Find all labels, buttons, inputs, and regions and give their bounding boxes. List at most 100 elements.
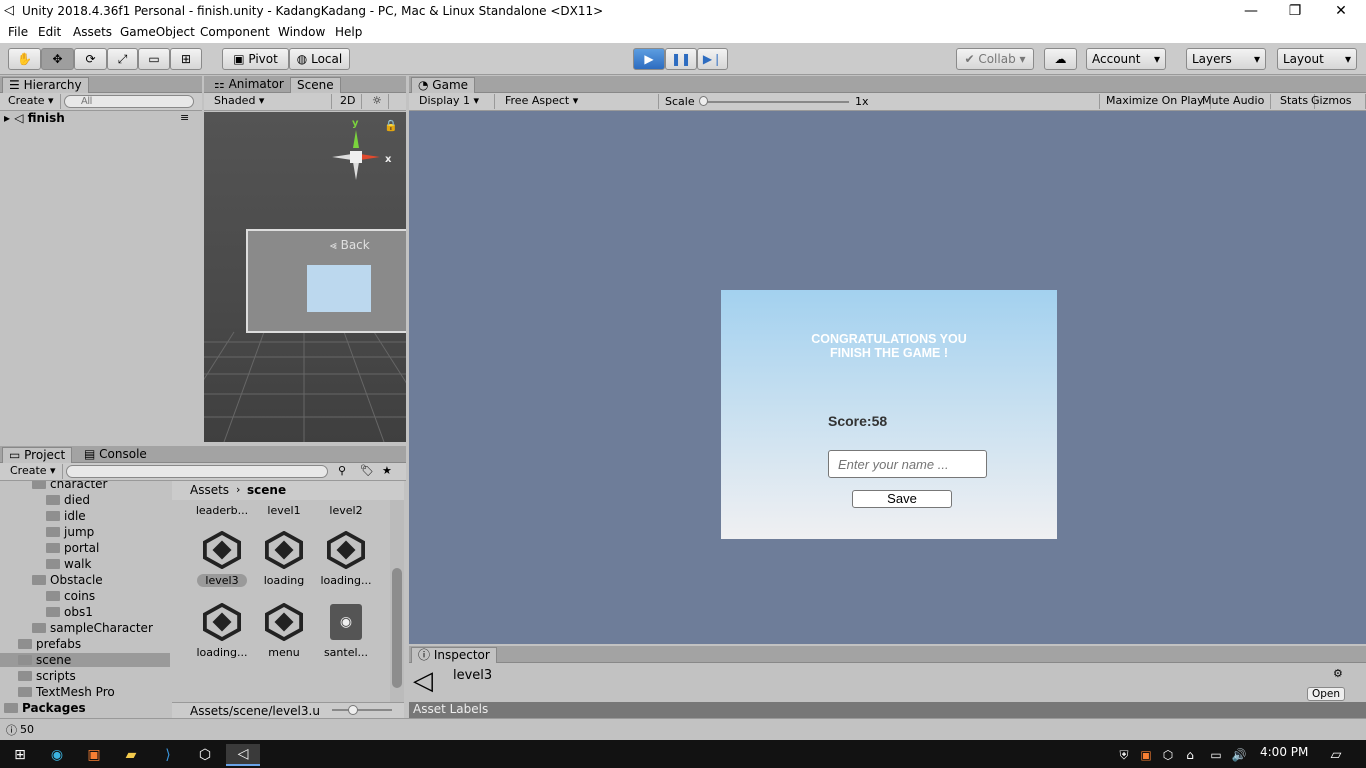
file-explorer-icon[interactable]: ▰	[117, 744, 145, 766]
asset-item[interactable]: loading...	[318, 530, 374, 587]
step-button[interactable]: ▶❘	[697, 48, 728, 70]
local-toggle[interactable]: ◍ Local	[289, 48, 350, 70]
menu-help[interactable]: Help	[335, 25, 362, 39]
pause-button[interactable]: ❚❚	[665, 48, 697, 70]
asset-item[interactable]: ◉ santel...	[318, 602, 374, 659]
tree-item[interactable]: coins	[46, 589, 95, 603]
tab-animator[interactable]: ⚏ Animator	[208, 77, 290, 93]
display-dropdown[interactable]: Display 1 ▾	[413, 94, 495, 109]
edge-browser-icon[interactable]: ◉	[43, 744, 71, 766]
lighting-icon[interactable]: ☼	[366, 94, 389, 109]
asset-item[interactable]: level3	[194, 530, 250, 587]
scale-slider-thumb[interactable]	[699, 96, 708, 106]
project-search-input[interactable]	[66, 465, 328, 478]
minimize-button[interactable]: —	[1228, 0, 1274, 23]
maximize-on-play-toggle[interactable]: Maximize On Play	[1099, 94, 1211, 109]
unity-hub-icon[interactable]: ⬡	[191, 744, 219, 766]
scene-viewport[interactable]: ⪡ Back y x 🔒	[204, 112, 406, 442]
collab-dropdown[interactable]: ✔ Collab ▾	[956, 48, 1034, 70]
asset-item[interactable]: leaderb...	[194, 504, 250, 517]
asset-item[interactable]: level1	[256, 504, 312, 517]
save-button[interactable]: Save	[852, 490, 952, 508]
project-create-dropdown[interactable]: Create ▾	[4, 464, 63, 479]
tray-volume-icon[interactable]: 🔊	[1225, 744, 1253, 766]
scene-root-item[interactable]: ▸ ◁ finish	[4, 111, 65, 125]
asset-item[interactable]: menu	[256, 602, 312, 659]
unity-editor-icon[interactable]: ◁	[226, 744, 260, 766]
scale-slider[interactable]	[701, 101, 849, 103]
asset-labels-bar[interactable]: Asset Labels	[409, 702, 1366, 718]
move-tool-icon[interactable]: ✥	[41, 48, 74, 70]
tree-item[interactable]: portal	[46, 541, 99, 555]
mute-audio-toggle[interactable]: Mute Audio	[1196, 94, 1272, 109]
filter-type-icon[interactable]: ⚲	[338, 464, 346, 477]
clock[interactable]: 4:00 PM	[1260, 745, 1308, 759]
gizmos-dropdown[interactable]: Gizmos ▾	[1305, 94, 1366, 121]
close-button[interactable]: ✕	[1318, 0, 1364, 23]
tree-item[interactable]: TextMesh Pro	[18, 685, 115, 699]
rect-tool-icon[interactable]: ▭	[138, 48, 170, 70]
rotate-tool-icon[interactable]: ⟳	[74, 48, 107, 70]
tree-item[interactable]: scene	[0, 653, 170, 667]
transform-tool-icon[interactable]: ⊞	[170, 48, 202, 70]
cloud-icon[interactable]: ☁	[1044, 48, 1077, 70]
menu-gameobject[interactable]: GameObject	[120, 25, 195, 39]
tab-scene[interactable]: Scene	[290, 77, 341, 93]
icon-size-slider[interactable]	[332, 709, 392, 711]
scene-gizmo[interactable]	[320, 120, 392, 192]
tree-item[interactable]: obs1	[46, 605, 93, 619]
hierarchy-search-input[interactable]	[64, 95, 194, 108]
toggle-2d-button[interactable]: 2D	[334, 94, 363, 109]
asset-scrollbar[interactable]	[390, 500, 404, 702]
open-button[interactable]: Open	[1307, 687, 1345, 701]
tree-item[interactable]: scripts	[18, 669, 76, 683]
menu-icon[interactable]: ≡	[180, 111, 189, 124]
tree-item[interactable]: walk	[46, 557, 91, 571]
xampp-icon[interactable]: ▣	[80, 744, 108, 766]
tab-console[interactable]: ▤ Console	[78, 447, 153, 463]
hand-tool-icon[interactable]: ✋	[8, 48, 41, 70]
shading-dropdown[interactable]: Shaded ▾	[208, 94, 332, 109]
asset-item[interactable]: loading...	[194, 602, 250, 659]
player-name-input[interactable]	[828, 450, 987, 478]
notifications-icon[interactable]: ▱	[1322, 744, 1350, 766]
tree-item[interactable]: idle	[46, 509, 86, 523]
create-dropdown[interactable]: Create ▾	[2, 94, 61, 109]
tab-hierarchy[interactable]: ☰ Hierarchy	[2, 77, 89, 93]
tab-project[interactable]: ▭ Project	[2, 447, 73, 463]
aspect-dropdown[interactable]: Free Aspect ▾	[499, 94, 659, 109]
tree-item[interactable]: Obstacle	[32, 573, 103, 587]
windows-start-icon[interactable]: ⊞	[6, 744, 34, 766]
tray-usb-icon[interactable]: ⌂	[1176, 744, 1204, 766]
lock-icon[interactable]: 🔒	[384, 119, 398, 132]
layout-dropdown[interactable]: Layout ▾	[1277, 48, 1357, 70]
settings-gear-icon[interactable]: ⚙	[1333, 667, 1343, 680]
pivot-toggle[interactable]: ▣ Pivot	[222, 48, 289, 70]
tree-item[interactable]: Packages	[4, 701, 86, 715]
asset-item[interactable]: loading	[256, 530, 312, 587]
favorite-star-icon[interactable]: ★	[382, 464, 392, 477]
asset-item[interactable]: level2	[318, 504, 374, 517]
menu-window[interactable]: Window	[278, 25, 325, 39]
scale-tool-icon[interactable]: ⤢	[107, 48, 138, 70]
menu-assets[interactable]: Assets	[73, 25, 112, 39]
restore-button[interactable]: ❐	[1272, 0, 1318, 23]
tab-game[interactable]: ◔ Game	[411, 77, 476, 93]
breadcrumb-assets[interactable]: Assets	[190, 483, 229, 497]
account-dropdown[interactable]: Account ▾	[1086, 48, 1166, 70]
menu-edit[interactable]: Edit	[38, 25, 61, 39]
tree-item[interactable]: jump	[46, 525, 94, 539]
tree-item[interactable]: character	[32, 481, 107, 491]
tree-item[interactable]: sampleCharacter	[32, 621, 153, 635]
filter-label-icon[interactable]: 🏷	[360, 464, 374, 477]
icon-size-slider-thumb[interactable]	[348, 705, 358, 715]
tree-item[interactable]: died	[46, 493, 90, 507]
asset-scrollbar-thumb[interactable]	[392, 568, 402, 688]
vscode-icon[interactable]: ⟩	[154, 744, 182, 766]
menu-file[interactable]: File	[8, 25, 28, 39]
tab-inspector[interactable]: ⓘ Inspector	[411, 647, 497, 663]
play-button[interactable]: ▶	[633, 48, 665, 70]
menu-component[interactable]: Component	[200, 25, 270, 39]
layers-dropdown[interactable]: Layers ▾	[1186, 48, 1266, 70]
breadcrumb-scene[interactable]: scene	[247, 483, 286, 497]
